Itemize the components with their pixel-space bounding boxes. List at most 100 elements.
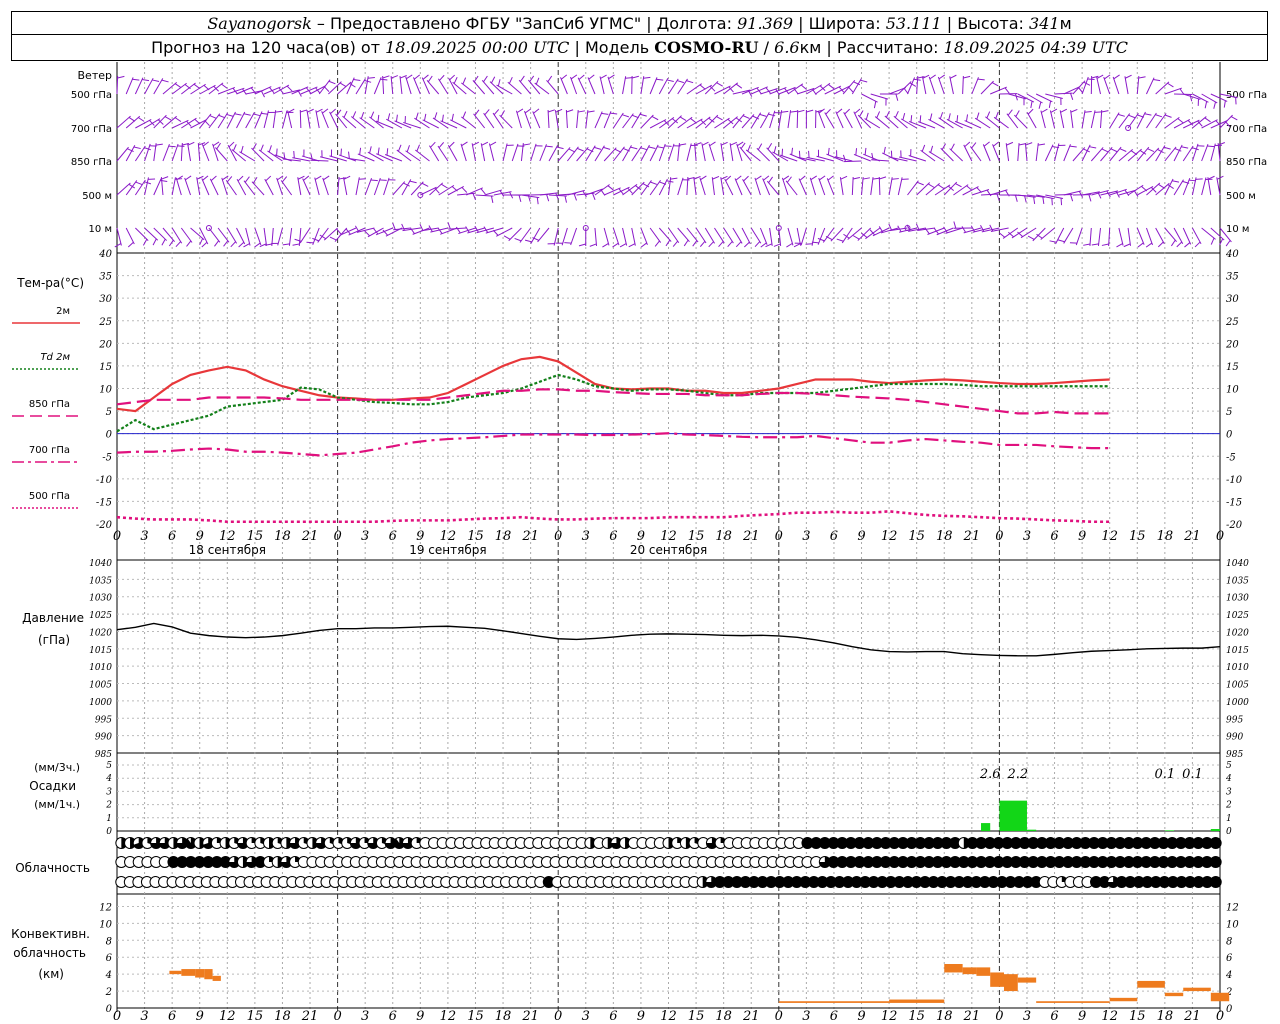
wind-barb-feather bbox=[577, 110, 585, 113]
x-hour-label: 9 bbox=[1078, 529, 1086, 544]
wind-barb-shaft bbox=[217, 112, 229, 129]
wind-barb-shaft bbox=[693, 177, 697, 196]
wind-barb-feather bbox=[465, 226, 470, 233]
wind-barb-shaft bbox=[658, 178, 668, 196]
wind-barb-feather bbox=[1038, 101, 1042, 109]
wind-barb-feather bbox=[885, 110, 890, 118]
wind-barb-feather bbox=[238, 241, 245, 248]
wind-barb-feather bbox=[300, 109, 308, 113]
wind-barb-feather bbox=[902, 112, 906, 121]
wind-barb-feather bbox=[439, 74, 445, 81]
wind-barb-feather bbox=[253, 113, 261, 117]
wind-barb-feather bbox=[1030, 101, 1033, 109]
wind-barb-feather bbox=[329, 236, 337, 241]
x-hour-label: 12 bbox=[881, 529, 898, 544]
wind-barb-feather bbox=[377, 147, 380, 155]
wind-barb-feather bbox=[1060, 108, 1068, 113]
wind-barb-shaft bbox=[907, 77, 916, 95]
wind-barb-feather bbox=[672, 240, 679, 247]
wind-barb-feather bbox=[827, 175, 834, 181]
precip-bar bbox=[1026, 829, 1037, 831]
pressure-tick-label: 1000 bbox=[89, 698, 112, 708]
wind-barb-feather bbox=[630, 146, 638, 150]
wind-barb-shaft bbox=[364, 177, 373, 196]
wind-barb-feather bbox=[1083, 243, 1091, 246]
wind-barb-shaft bbox=[532, 111, 541, 129]
x-hour-label: 12 bbox=[1101, 1009, 1118, 1024]
wind-barb-feather bbox=[693, 175, 701, 180]
pressure-tick-label: 990 bbox=[95, 733, 112, 743]
wind-barb-feather bbox=[132, 78, 140, 81]
wind-barb-shaft bbox=[116, 227, 122, 246]
x-hour-label: 15 bbox=[247, 1009, 264, 1024]
wind-barb-feather bbox=[133, 146, 141, 150]
wind-barb-shaft bbox=[217, 86, 236, 95]
wind-barb-feather bbox=[961, 226, 967, 233]
wind-barb-feather bbox=[742, 115, 750, 119]
wind-barb-shaft bbox=[518, 79, 532, 95]
convective-tick-label: 4 bbox=[1225, 970, 1232, 981]
wind-barb-feather bbox=[625, 77, 633, 79]
wind-barb-shaft bbox=[530, 143, 537, 162]
pressure-tick-label: 1035 bbox=[89, 576, 112, 586]
wind-barb-shaft bbox=[851, 78, 862, 95]
wind-barb-shaft bbox=[125, 180, 138, 196]
wind-barb-shaft bbox=[299, 227, 311, 244]
wind-barb-shaft bbox=[659, 117, 675, 129]
precip-3h-total: 0.1 bbox=[1155, 767, 1176, 782]
wind-barb-shaft bbox=[300, 86, 318, 95]
wind-barb-shaft bbox=[1040, 110, 1046, 129]
wind-barb-feather bbox=[573, 193, 577, 201]
temp-tick-label: -15 bbox=[96, 497, 112, 508]
precip-tick-label: 2 bbox=[1225, 801, 1232, 811]
x-hour-label: 3 bbox=[1023, 529, 1031, 544]
wind-barb-feather bbox=[754, 241, 761, 248]
wind-barb-feather bbox=[413, 74, 421, 80]
wind-barb-shaft bbox=[921, 76, 927, 95]
wind-barb-feather bbox=[578, 243, 586, 247]
wind-barb-feather bbox=[1116, 243, 1123, 248]
temp-tick-label: 25 bbox=[1225, 317, 1239, 328]
x-hour-label: 15 bbox=[247, 529, 264, 544]
wind-barb-feather bbox=[228, 141, 235, 148]
convective-tick-label: 12 bbox=[1226, 902, 1239, 913]
cloud-cover-fill bbox=[1210, 876, 1222, 888]
wind-barb-feather bbox=[657, 146, 665, 149]
convective-cloud-box bbox=[1003, 974, 1018, 992]
wind-barb-shaft bbox=[412, 77, 421, 95]
convective-cloud-box bbox=[1210, 992, 1230, 1002]
convective-cloud-box bbox=[1017, 977, 1037, 983]
precip-tick-label: 4 bbox=[105, 774, 112, 784]
precip-tick-label: 1 bbox=[1226, 814, 1232, 824]
pressure-tick-label: 1015 bbox=[1226, 646, 1249, 656]
pressure-tick-label: 1030 bbox=[1226, 594, 1249, 604]
x-hour-label: 21 bbox=[301, 529, 319, 544]
wind-barb-feather bbox=[202, 141, 209, 147]
wind-barb-feather bbox=[864, 147, 867, 155]
wind-barb-shaft bbox=[299, 109, 302, 129]
wind-barb-shaft bbox=[1100, 110, 1103, 129]
convective-tick-label: 0 bbox=[1226, 1004, 1233, 1015]
wind-barb-shaft bbox=[288, 227, 293, 246]
wind-barb-shaft bbox=[1017, 93, 1035, 103]
temp-tick-label: 20 bbox=[98, 339, 112, 350]
wind-barb-feather bbox=[588, 74, 595, 80]
wind-barb-feather bbox=[666, 79, 674, 83]
wind-barb-shaft bbox=[1035, 143, 1039, 162]
wind-barb-feather bbox=[1041, 108, 1048, 113]
wind-barb-feather bbox=[1157, 241, 1164, 248]
x-hour-label: 21 bbox=[521, 529, 539, 544]
wind-barb-shaft bbox=[180, 227, 193, 243]
wind-barb-shaft bbox=[741, 227, 751, 245]
wind-barb-shaft bbox=[475, 194, 494, 197]
wind-barb-feather bbox=[1128, 114, 1136, 119]
wind-barb-shaft bbox=[1146, 77, 1155, 95]
wind-barb-feather bbox=[348, 151, 350, 159]
wind-barb-feather bbox=[1015, 110, 1020, 117]
pressure-tick-label: 1015 bbox=[89, 646, 112, 656]
wind-barb-shaft bbox=[699, 177, 706, 196]
wind-barb-shaft bbox=[993, 116, 1009, 129]
wind-barb-feather bbox=[260, 90, 265, 98]
wind-barb-shaft bbox=[980, 193, 1000, 196]
wind-barb-feather bbox=[161, 238, 166, 246]
